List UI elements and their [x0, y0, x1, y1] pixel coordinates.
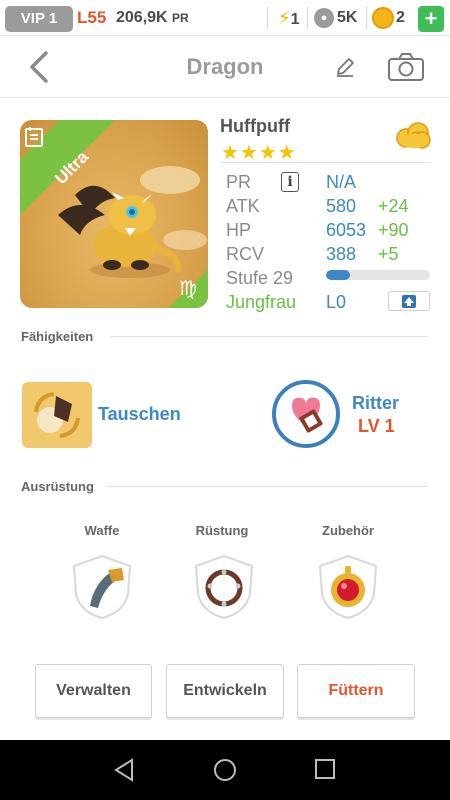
swap-skill-icon[interactable]: [22, 382, 92, 448]
pr-value: 206,9K: [116, 9, 168, 26]
nav-back-icon[interactable]: [113, 758, 135, 782]
coin-counter[interactable]: 2: [372, 6, 405, 30]
pencil-icon[interactable]: [334, 56, 356, 78]
player-level: L55: [77, 8, 107, 27]
accessory-amulet-icon[interactable]: [314, 552, 382, 622]
virgo-icon: ♍: [179, 276, 197, 300]
paw-icon: ●: [314, 7, 334, 28]
energy-value: 1: [290, 11, 300, 28]
coin-icon: [372, 6, 394, 29]
divider: [106, 486, 428, 487]
knight-skill-icon[interactable]: [272, 380, 340, 448]
feed-button[interactable]: Füttern: [297, 664, 415, 718]
paws-value: 5K: [337, 9, 358, 26]
armor-label: Rüstung: [195, 523, 249, 538]
hp-value: 6053: [326, 220, 367, 240]
divider: [366, 7, 367, 29]
page-title: Dragon: [186, 54, 264, 79]
xp-progress-bar: [326, 270, 430, 280]
info-icon[interactable]: i: [281, 172, 299, 192]
equipment-section-title: Ausrüstung: [21, 479, 94, 494]
nav-home-icon[interactable]: [213, 758, 237, 782]
rcv-bonus: +5: [378, 244, 399, 264]
pr-unit: PR: [172, 11, 189, 25]
xp-progress-fill: [326, 270, 350, 280]
manage-button[interactable]: Verwalten: [35, 664, 152, 718]
coins-value: 2: [396, 9, 405, 26]
upgrade-sign-button[interactable]: [388, 291, 430, 311]
status-bar: VIP 1 L55 206,9K PR ⚡1 ● 5K 2 +: [0, 0, 450, 36]
paw-counter[interactable]: ● 5K: [314, 6, 357, 30]
divider: [307, 7, 308, 29]
vip-badge[interactable]: VIP 1: [5, 6, 73, 32]
pr-label: PR: [226, 172, 252, 192]
skills-section-title: Fähigkeiten: [21, 329, 94, 344]
page-header: Dragon: [0, 36, 450, 98]
armor-collar-icon[interactable]: [190, 552, 258, 622]
evolve-button[interactable]: Entwickeln: [166, 664, 284, 718]
passive-skill-name[interactable]: Ritter: [352, 393, 399, 414]
weapon-claw-icon[interactable]: [68, 552, 136, 622]
level-label: Stufe 29: [226, 268, 294, 288]
divider: [220, 162, 430, 163]
hp-bonus: +90: [378, 220, 409, 240]
pet-name: Huffpuff: [220, 116, 290, 136]
passive-skill-level: LV 1: [358, 416, 395, 436]
lightning-icon: ⚡: [278, 8, 291, 28]
notes-icon[interactable]: [24, 126, 44, 148]
energy-counter[interactable]: ⚡1: [278, 7, 300, 31]
active-skill-label[interactable]: Tauschen: [98, 404, 181, 425]
cloud-element-icon[interactable]: [394, 122, 432, 150]
hp-label: HP: [226, 220, 252, 240]
divider: [110, 336, 428, 337]
rcv-value: 388: [326, 244, 357, 264]
arrow-up-icon: [402, 295, 416, 308]
atk-label: ATK: [226, 196, 260, 216]
divider: [267, 7, 268, 29]
player-pr: 206,9K PR: [116, 7, 189, 29]
weapon-label: Waffe: [84, 523, 120, 538]
rcv-label: RCV: [226, 244, 265, 264]
atk-bonus: +24: [378, 196, 409, 216]
camera-icon[interactable]: [387, 52, 425, 82]
add-currency-button[interactable]: +: [418, 6, 444, 32]
system-nav-bar: [0, 740, 450, 800]
nav-recent-apps-icon[interactable]: [315, 759, 335, 779]
pet-portrait[interactable]: Ultra ♍: [20, 120, 208, 308]
atk-value: 580: [326, 196, 357, 216]
zodiac-sign-label: Jungfrau: [226, 292, 297, 312]
zodiac-level: L0: [326, 292, 347, 312]
pr-value: N/A: [326, 172, 357, 192]
accessory-label: Zubehör: [322, 523, 374, 538]
